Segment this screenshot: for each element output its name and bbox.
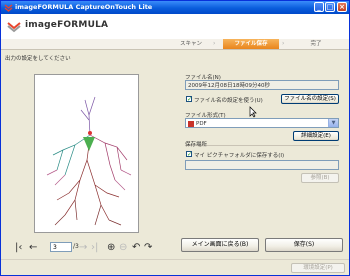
document-thumbnail-image	[46, 96, 132, 226]
use-filename-setting-label: ファイル名の設定を使う(U)	[194, 98, 263, 104]
save-to-mypictures-label: マイ ピクチャフォルダに保存する(I)	[194, 153, 285, 159]
save-location-label: 保存場所	[185, 142, 208, 148]
filename-setting-button[interactable]: ファイル名の設定(S)	[281, 94, 339, 104]
rotate-right-icon[interactable]: ↷	[144, 242, 152, 254]
back-to-menu-button[interactable]: メイン画面に戻る(B)	[181, 238, 259, 252]
settings-panel: ファイル名(N) 2009年12月08日18時09分40秒 ✓ ファイル名の設定…	[181, 71, 342, 231]
next-page-icon[interactable]: →	[79, 242, 87, 254]
app-icon	[4, 4, 13, 12]
detail-setting-button[interactable]: 詳細設定(E)	[293, 131, 339, 141]
first-page-icon[interactable]: |‹	[15, 242, 22, 254]
page-number-input[interactable]: 3	[50, 242, 72, 252]
zoom-out-icon[interactable]: ⊖	[119, 242, 127, 254]
app-window: imageFORMULA CaptureOnTouch Lite _ □ × i…	[0, 0, 350, 276]
zoom-in-icon[interactable]: ⊕	[107, 242, 115, 254]
step-indicator: スキャン › ファイル保存 › 完了	[1, 39, 349, 50]
pdf-icon	[188, 121, 194, 127]
app-header: imageFORMULA	[1, 14, 349, 39]
instruction-text: 出力の設定をしてください	[5, 56, 71, 62]
browse-button[interactable]: 参照(B)	[301, 173, 339, 183]
prev-page-icon[interactable]: ←	[29, 242, 37, 254]
filename-field[interactable]: 2009年12月08日18時09分40秒	[185, 80, 339, 90]
title-bar: imageFORMULA CaptureOnTouch Lite _ □ ×	[1, 1, 349, 14]
chevron-down-icon[interactable]: ▼	[328, 119, 338, 127]
use-filename-setting-checkbox[interactable]: ✓	[186, 96, 192, 103]
page-total: /3	[73, 243, 79, 250]
step-arrow-icon: ›	[213, 40, 216, 47]
mouse-cursor-icon	[249, 106, 257, 118]
maximize-icon[interactable]: □	[325, 2, 335, 12]
filetype-select[interactable]: PDF ▼	[185, 118, 339, 128]
minimize-icon[interactable]: _	[314, 2, 324, 12]
filetype-value: PDF	[196, 121, 207, 127]
window-title: imageFORMULA CaptureOnTouch Lite	[15, 3, 153, 11]
preferences-label: 環境設定(P)	[303, 265, 333, 271]
last-page-icon[interactable]: ›|	[91, 242, 98, 254]
step-file-save: ファイル保存	[223, 39, 279, 49]
save-path-field[interactable]	[185, 160, 339, 170]
step-scan: スキャン	[179, 41, 202, 47]
logo-icon	[7, 22, 21, 33]
save-button[interactable]: 保存(S)	[265, 238, 343, 252]
rotate-left-icon[interactable]: ↶	[132, 242, 140, 254]
close-icon[interactable]: ×	[337, 2, 347, 12]
step-arrow-icon: ›	[282, 40, 285, 47]
save-to-mypictures-checkbox[interactable]: ✓	[186, 151, 192, 158]
page-preview	[34, 74, 139, 233]
preferences-button[interactable]: 環境設定(P)	[291, 263, 345, 273]
status-bar: 環境設定(P)	[1, 259, 349, 275]
divider	[185, 145, 339, 146]
step-complete: 完了	[310, 41, 322, 47]
brand-name: imageFORMULA	[25, 20, 109, 30]
